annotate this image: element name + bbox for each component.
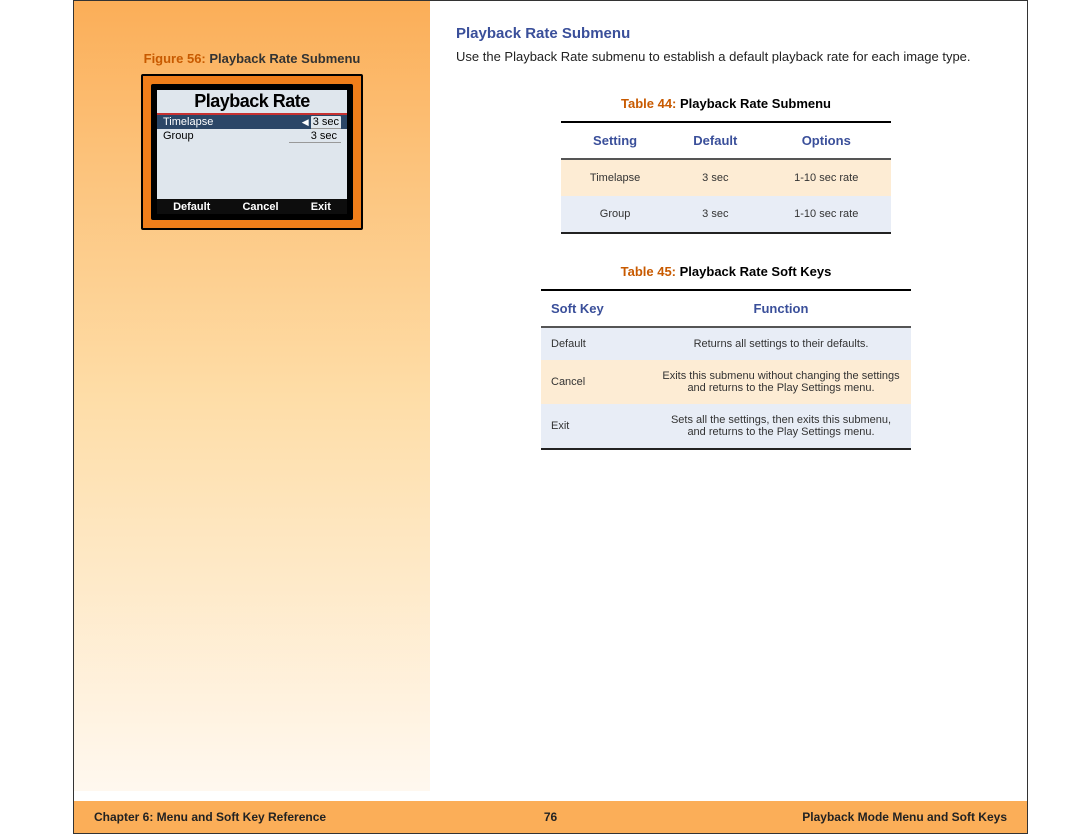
- screen-row-timelapse: Timelapse ◀3 sec: [157, 115, 347, 129]
- row-value: 3 sec: [311, 116, 341, 129]
- cell: Timelapse: [561, 159, 669, 196]
- cell: 3 sec: [669, 196, 761, 233]
- cell: 3 sec: [669, 159, 761, 196]
- cell: 1-10 sec rate: [762, 159, 892, 196]
- table45-caption: Table 45: Playback Rate Soft Keys: [456, 264, 996, 279]
- table44: Setting Default Options Timelapse 3 sec …: [561, 121, 891, 234]
- table-row: Timelapse 3 sec 1-10 sec rate: [561, 159, 891, 196]
- softkey-default: Default: [173, 201, 210, 213]
- figure-number: Figure 56:: [144, 51, 206, 66]
- col-setting: Setting: [561, 122, 669, 159]
- figure-title: Playback Rate Submenu: [209, 51, 360, 66]
- footer-page-number: 76: [544, 810, 557, 824]
- footer-right: Playback Mode Menu and Soft Keys: [802, 810, 1007, 824]
- softkey-cancel: Cancel: [242, 201, 278, 213]
- cell: Default: [541, 327, 651, 360]
- row-value: 3 sec: [289, 130, 341, 143]
- col-options: Options: [762, 122, 892, 159]
- cell: Exit: [541, 404, 651, 449]
- table45: Soft Key Function Default Returns all se…: [541, 289, 911, 450]
- cell: Sets all the settings, then exits this s…: [651, 404, 911, 449]
- device-screen-outer: Playback Rate Timelapse ◀3 sec Group 3 s…: [151, 84, 353, 220]
- table44-caption: Table 44: Playback Rate Submenu: [456, 96, 996, 111]
- screen-row-group: Group 3 sec: [157, 129, 347, 144]
- intro-text: Use the Playback Rate submenu to establi…: [456, 48, 996, 66]
- sidebar-gradient: Figure 56: Playback Rate Submenu Playbac…: [74, 1, 430, 791]
- cell: Returns all settings to their defaults.: [651, 327, 911, 360]
- page-footer: Chapter 6: Menu and Soft Key Reference 7…: [74, 801, 1027, 833]
- row-label: Group: [163, 130, 194, 143]
- footer-left: Chapter 6: Menu and Soft Key Reference: [94, 810, 326, 824]
- table-title: Playback Rate Soft Keys: [680, 264, 832, 279]
- table-number: Table 45:: [621, 264, 676, 279]
- table-row: Cancel Exits this submenu without changi…: [541, 360, 911, 404]
- softkey-exit: Exit: [311, 201, 331, 213]
- table-row: Group 3 sec 1-10 sec rate: [561, 196, 891, 233]
- table-row: Exit Sets all the settings, then exits t…: [541, 404, 911, 449]
- cell: Cancel: [541, 360, 651, 404]
- page: Figure 56: Playback Rate Submenu Playbac…: [73, 0, 1028, 834]
- device-figure: Playback Rate Timelapse ◀3 sec Group 3 s…: [141, 74, 363, 230]
- cell: 1-10 sec rate: [762, 196, 892, 233]
- cell: Group: [561, 196, 669, 233]
- table-row: Default Returns all settings to their de…: [541, 327, 911, 360]
- col-function: Function: [651, 290, 911, 327]
- col-default: Default: [669, 122, 761, 159]
- table-number: Table 44:: [621, 96, 676, 111]
- softkey-bar: Default Cancel Exit: [157, 199, 347, 214]
- table-title: Playback Rate Submenu: [680, 96, 831, 111]
- cell: Exits this submenu without changing the …: [651, 360, 911, 404]
- main-column: Playback Rate Submenu Use the Playback R…: [456, 25, 996, 450]
- section-heading: Playback Rate Submenu: [456, 25, 996, 42]
- row-label: Timelapse: [163, 116, 213, 128]
- device-screen: Playback Rate Timelapse ◀3 sec Group 3 s…: [157, 90, 347, 214]
- figure-caption: Figure 56: Playback Rate Submenu: [74, 51, 430, 66]
- col-softkey: Soft Key: [541, 290, 651, 327]
- left-marker-icon: ◀: [302, 117, 311, 127]
- screen-title: Playback Rate: [157, 90, 347, 112]
